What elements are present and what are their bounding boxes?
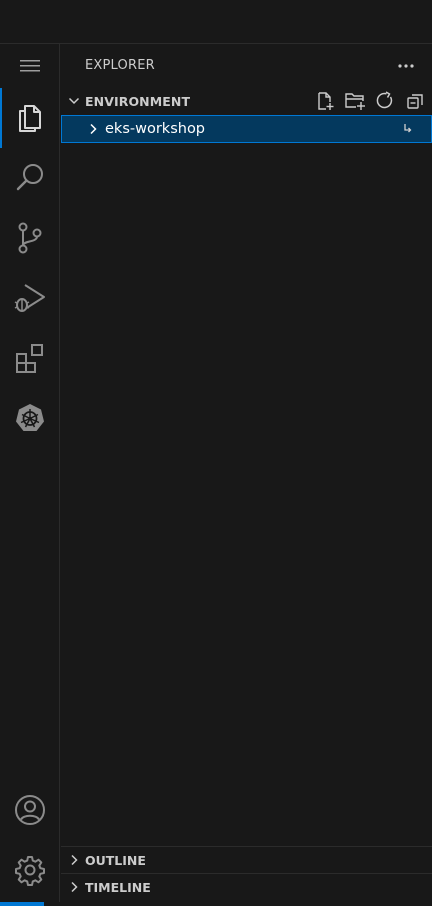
tree-item-folder[interactable]: eks-workshop xyxy=(61,115,432,143)
activity-kubernetes[interactable] xyxy=(0,388,60,448)
refresh-button[interactable] xyxy=(370,89,400,113)
explorer-sidebar: EXPLORER ENVIRONMENT eks-workshop OUTLIN… xyxy=(61,44,432,902)
chevron-down-icon xyxy=(63,90,85,112)
ellipsis-icon xyxy=(398,64,414,68)
more-actions-button[interactable] xyxy=(396,56,416,76)
activity-search[interactable] xyxy=(0,148,60,208)
run-debug-icon xyxy=(14,284,45,312)
status-bar xyxy=(0,902,432,906)
activity-manage[interactable] xyxy=(0,840,60,900)
new-file-button[interactable] xyxy=(310,89,340,113)
collapse-all-button[interactable] xyxy=(400,89,430,113)
kubernetes-icon xyxy=(16,404,44,431)
timeline-section-header[interactable]: TIMELINE xyxy=(61,873,432,900)
source-control-icon xyxy=(18,222,42,254)
menu-button[interactable] xyxy=(0,44,60,88)
title-bar xyxy=(0,0,432,44)
new-folder-button[interactable] xyxy=(340,89,370,113)
account-icon xyxy=(15,795,45,825)
activity-source-control[interactable] xyxy=(0,208,60,268)
chevron-right-icon xyxy=(63,849,85,871)
activity-accounts[interactable] xyxy=(0,780,60,840)
outline-section-header[interactable]: OUTLINE xyxy=(61,846,432,873)
search-icon xyxy=(16,164,43,191)
extensions-icon xyxy=(16,344,43,373)
chevron-right-icon xyxy=(82,118,104,140)
chevron-right-icon xyxy=(63,876,85,898)
symlink-icon xyxy=(401,122,415,136)
activity-explorer[interactable] xyxy=(0,88,60,148)
refresh-icon xyxy=(376,91,393,109)
explorer-title: EXPLORER xyxy=(85,58,155,73)
environment-section-header[interactable]: ENVIRONMENT xyxy=(61,89,432,113)
folder-name: eks-workshop xyxy=(105,121,206,137)
section-label: OUTLINE xyxy=(85,852,146,868)
activity-extensions[interactable] xyxy=(0,328,60,388)
new-folder-icon xyxy=(345,93,365,110)
status-accent xyxy=(0,902,44,906)
activity-bar xyxy=(0,44,60,902)
activity-run-debug[interactable] xyxy=(0,268,60,328)
menu-icon xyxy=(20,60,40,72)
files-icon xyxy=(19,105,41,132)
gear-icon xyxy=(15,856,45,886)
collapse-all-icon xyxy=(407,94,423,109)
section-label: TIMELINE xyxy=(85,879,151,895)
section-label: ENVIRONMENT xyxy=(85,93,191,109)
new-file-icon xyxy=(318,92,334,110)
